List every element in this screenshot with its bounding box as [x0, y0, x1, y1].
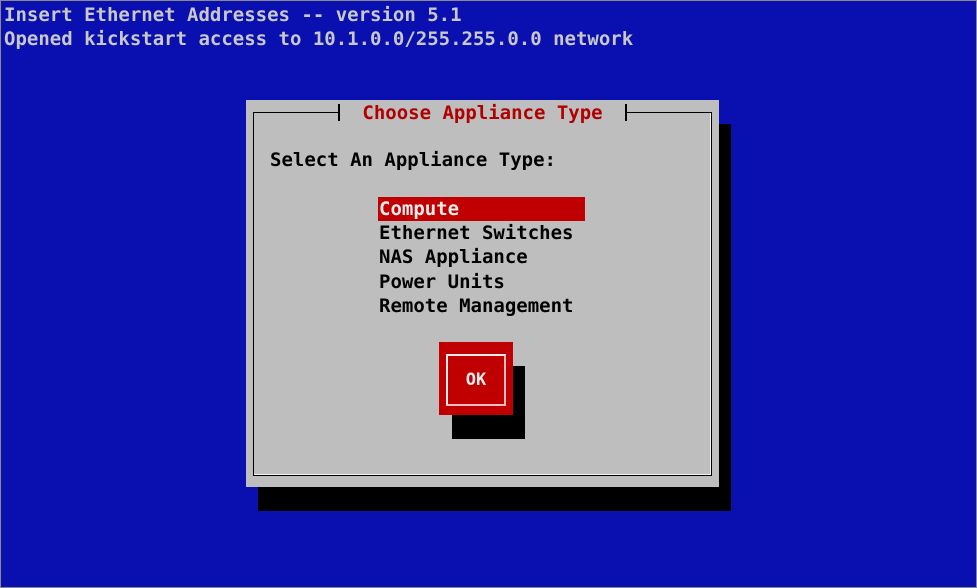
- menu-item-compute[interactable]: Compute: [378, 197, 585, 222]
- select-prompt: Select An Appliance Type:: [270, 149, 556, 171]
- choose-appliance-dialog: Choose Appliance Type Select An Applianc…: [246, 100, 719, 487]
- title-right-tick: [625, 104, 627, 121]
- title-left-tick: [338, 104, 340, 121]
- menu-item-remote-management[interactable]: Remote Management: [378, 294, 585, 318]
- appliance-type-list[interactable]: Compute Ethernet Switches NAS Appliance …: [378, 197, 585, 318]
- ok-button[interactable]: OK: [439, 342, 513, 415]
- status-message: Opened kickstart access to 10.1.0.0/255.…: [4, 28, 634, 50]
- menu-item-nas-appliance[interactable]: NAS Appliance: [378, 245, 585, 269]
- dialog-title: Choose Appliance Type: [362, 101, 603, 124]
- program-header: Insert Ethernet Addresses -- version 5.1: [4, 4, 462, 26]
- dialog-title-bar: Choose Appliance Type: [338, 100, 627, 125]
- ok-button-label: OK: [465, 370, 487, 390]
- menu-item-ethernet-switches[interactable]: Ethernet Switches: [378, 221, 585, 245]
- ok-button-frame: OK: [446, 354, 506, 406]
- menu-item-power-units[interactable]: Power Units: [378, 270, 585, 294]
